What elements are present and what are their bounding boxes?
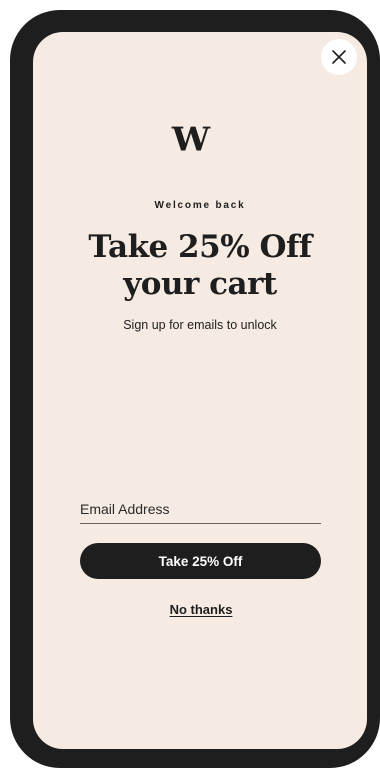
modal-subtitle: Sign up for emails to unlock — [123, 318, 277, 332]
welcome-eyebrow: Welcome back — [154, 200, 246, 211]
headline-line-2: your cart — [123, 266, 277, 302]
headline-line-1: Take 25% Off — [88, 229, 312, 265]
modal-headline: Take 25% Off your cart — [0, 229, 380, 303]
close-button[interactable] — [321, 39, 357, 75]
email-field[interactable] — [80, 494, 321, 524]
close-icon — [332, 50, 346, 64]
brand-logo: W — [171, 121, 210, 159]
take-discount-button[interactable]: Take 25% Off — [80, 543, 321, 579]
no-thanks-link[interactable]: No thanks — [0, 602, 380, 617]
